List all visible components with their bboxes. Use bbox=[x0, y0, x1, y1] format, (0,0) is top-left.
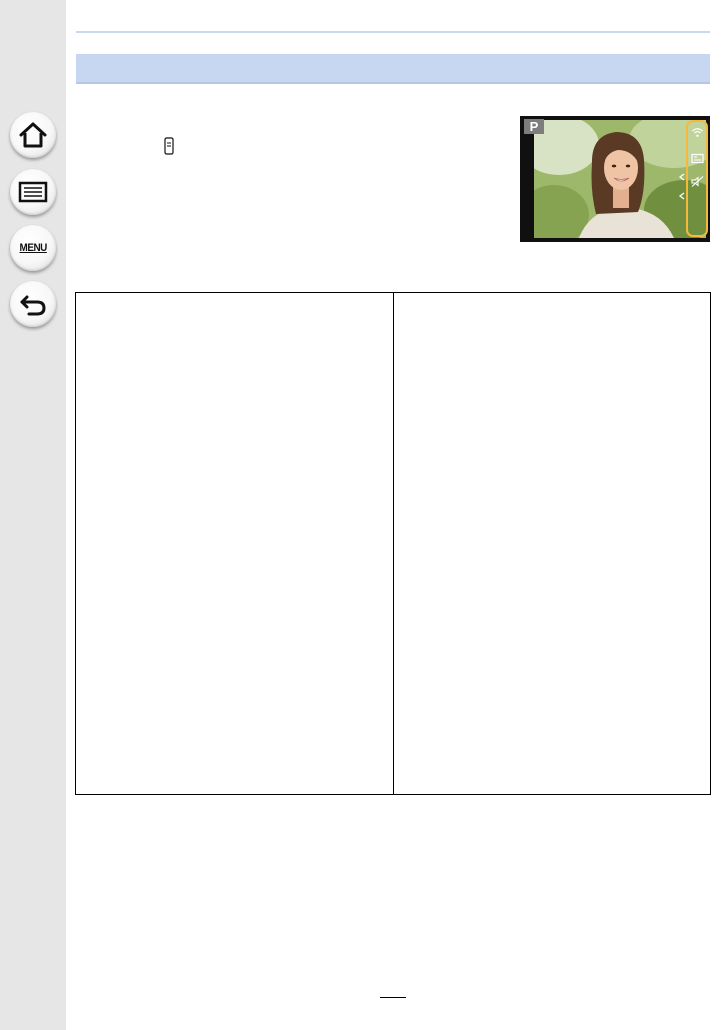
page-number-underline bbox=[380, 997, 406, 998]
home-icon bbox=[19, 122, 47, 148]
menu-label: MENU bbox=[19, 242, 47, 254]
contents-button[interactable] bbox=[10, 169, 56, 215]
display-icon[interactable] bbox=[691, 153, 704, 164]
back-button[interactable] bbox=[10, 281, 56, 327]
recording-mode-badge: P bbox=[524, 119, 544, 134]
settings-table bbox=[75, 292, 711, 795]
sidebar-navigation: MENU bbox=[0, 0, 66, 1030]
mute-icon[interactable] bbox=[691, 176, 704, 187]
list-icon bbox=[18, 181, 48, 203]
camera-preview: P bbox=[520, 116, 710, 242]
touch-tab-icon bbox=[164, 137, 174, 155]
back-arrow-icon bbox=[20, 295, 46, 316]
wifi-icon[interactable] bbox=[691, 127, 704, 138]
home-button[interactable] bbox=[10, 112, 56, 158]
menu-button[interactable]: MENU bbox=[10, 225, 56, 271]
section-title-band bbox=[76, 54, 710, 84]
chevron-left-icon bbox=[679, 192, 685, 200]
chevron-left-icon bbox=[679, 173, 685, 181]
table-column-divider bbox=[393, 293, 394, 794]
top-rule bbox=[76, 31, 710, 33]
